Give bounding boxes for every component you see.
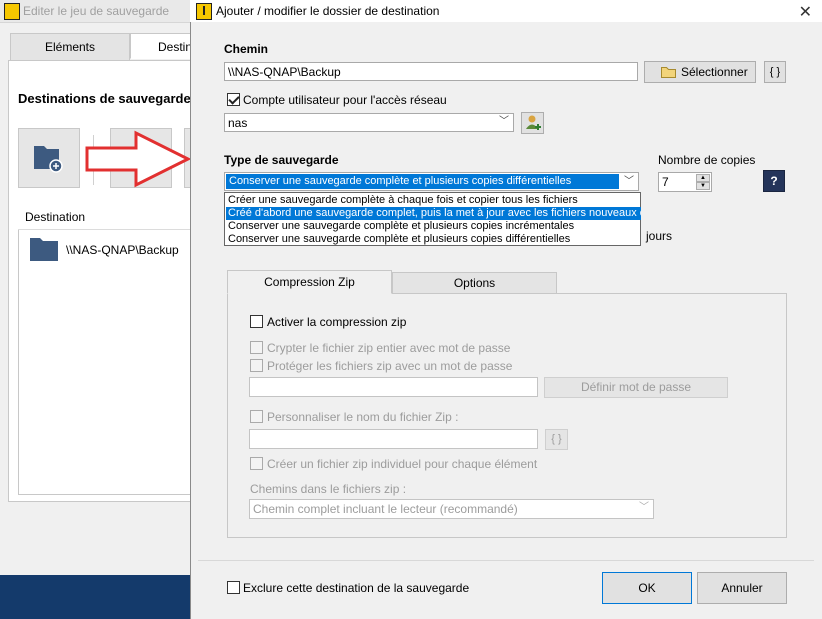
- destination-list-header: Destination: [18, 203, 198, 230]
- encrypt-zip-checkbox[interactable]: [250, 341, 263, 354]
- help-button[interactable]: ?: [763, 170, 785, 192]
- background-title-bar: Editer le jeu de sauvegarde: [0, 0, 200, 23]
- zip-name-variables-button[interactable]: { }: [545, 429, 568, 450]
- zip-paths-combo[interactable]: Chemin complet incluant le lecteur (reco…: [249, 499, 654, 519]
- spin-up-icon[interactable]: ▲: [696, 174, 710, 182]
- zip-paths-label: Chemins dans le fichiers zip :: [250, 482, 407, 496]
- set-password-button[interactable]: Définir mot de passe: [544, 377, 728, 398]
- chevron-down-icon: ﹀: [639, 502, 649, 513]
- user-account-button[interactable]: [521, 112, 544, 134]
- network-account-label: Compte utilisateur pour l'accès réseau: [243, 93, 447, 107]
- tab-options[interactable]: Options: [392, 272, 557, 294]
- path-variables-button[interactable]: { }: [764, 61, 786, 83]
- backup-type-dropdown-list: Créer une sauvegarde complète à chaque f…: [224, 192, 641, 246]
- protect-zip-label: Protéger les fichiers zip avec un mot de…: [267, 359, 513, 373]
- zip-password-input[interactable]: [249, 377, 538, 397]
- copies-value: 7: [662, 175, 669, 189]
- app-logo-icon: [4, 3, 20, 20]
- add-destination-button[interactable]: [18, 128, 80, 188]
- destinations-title: Destinations de sauvegarde: [18, 91, 191, 106]
- tab-compression-zip[interactable]: Compression Zip: [227, 270, 392, 294]
- folder-icon: [30, 238, 58, 261]
- app-logo-icon: [196, 3, 212, 20]
- backup-type-combo[interactable]: Conserver une sauvegarde complète et plu…: [224, 172, 639, 191]
- network-account-checkbox[interactable]: [227, 93, 240, 106]
- individual-zip-checkbox[interactable]: [250, 457, 263, 470]
- tab-elements[interactable]: Eléments: [10, 33, 130, 61]
- network-account-value: nas: [228, 116, 248, 130]
- rename-zip-checkbox[interactable]: [250, 410, 263, 423]
- backup-type-label: Type de sauvegarde: [224, 153, 339, 167]
- list-item[interactable]: \\NAS-QNAP\Backup: [28, 234, 198, 264]
- backup-type-option[interactable]: Conserver une sauvegarde complète et plu…: [226, 220, 641, 233]
- zip-paths-value: Chemin complet incluant le lecteur (reco…: [253, 502, 518, 516]
- close-icon[interactable]: ✕: [799, 2, 812, 22]
- spin-down-icon[interactable]: ▼: [696, 182, 710, 190]
- background-window-title: Editer le jeu de sauvegarde: [23, 4, 170, 18]
- pointer-arrow-icon: [85, 130, 192, 188]
- select-path-label: Sélectionner: [681, 65, 748, 79]
- folder-add-icon: [34, 146, 63, 173]
- backup-type-option[interactable]: Créé d'abord une sauvegarde complet, pui…: [226, 207, 641, 220]
- protect-zip-checkbox[interactable]: [250, 359, 263, 372]
- network-account-combo[interactable]: nas ﹀: [224, 113, 514, 132]
- list-item-label: \\NAS-QNAP\Backup: [66, 243, 179, 257]
- footer-separator: [198, 560, 814, 561]
- rename-zip-label: Personnaliser le nom du fichier Zip :: [267, 410, 459, 424]
- individual-zip-label: Créer un fichier zip individuel pour cha…: [267, 457, 538, 471]
- dialog-title: Ajouter / modifier le dossier de destina…: [216, 4, 440, 18]
- copies-spinner[interactable]: 7 ▲ ▼: [658, 172, 712, 192]
- enable-zip-checkbox[interactable]: [250, 315, 263, 328]
- zip-name-input[interactable]: [249, 429, 538, 449]
- path-label: Chemin: [224, 42, 269, 56]
- backup-type-selected: Conserver une sauvegarde complète et plu…: [226, 174, 619, 189]
- exclude-destination-label: Exclure cette destination de la sauvegar…: [243, 581, 470, 595]
- path-input[interactable]: \\NAS-QNAP\Backup: [224, 62, 638, 81]
- select-path-button[interactable]: Sélectionner: [644, 61, 756, 83]
- exclude-destination-checkbox[interactable]: [227, 581, 240, 594]
- days-label: jours: [646, 229, 673, 243]
- desktop-taskbar-area: [0, 575, 200, 619]
- user-add-icon: [526, 115, 541, 130]
- backup-type-option[interactable]: Créer une sauvegarde complète à chaque f…: [226, 194, 641, 207]
- cancel-button[interactable]: Annuler: [697, 572, 787, 604]
- enable-zip-label: Activer la compression zip: [267, 315, 407, 329]
- dialog-title-bar: Ajouter / modifier le dossier de destina…: [190, 0, 822, 22]
- tab-destinations[interactable]: Destin: [130, 33, 198, 59]
- encrypt-zip-label: Crypter le fichier zip entier avec mot d…: [267, 341, 511, 355]
- destination-column-label: Destination: [25, 210, 86, 224]
- folder-open-icon: [661, 67, 676, 78]
- ok-button[interactable]: OK: [602, 572, 692, 604]
- copies-label: Nombre de copies: [658, 153, 756, 167]
- chevron-down-icon: ﹀: [499, 116, 509, 127]
- backup-type-option[interactable]: Conserver une sauvegarde complète et plu…: [226, 233, 641, 246]
- chevron-down-icon: ﹀: [624, 176, 634, 187]
